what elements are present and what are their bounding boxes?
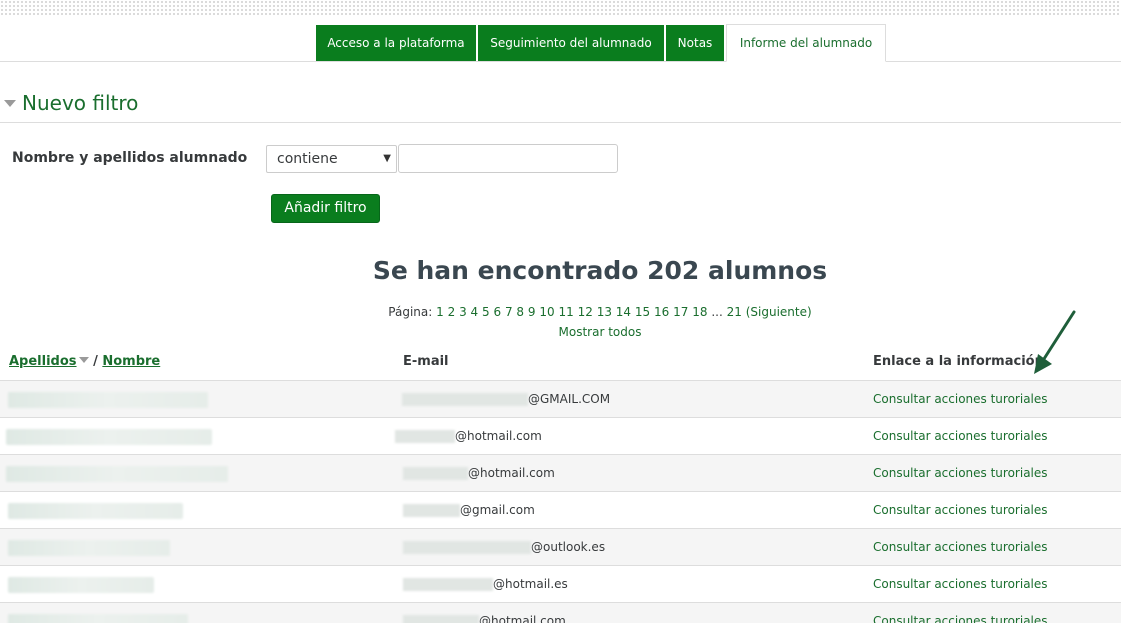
add-filter-button[interactable]: Añadir filtro: [271, 194, 380, 223]
page-link-5[interactable]: 5: [482, 305, 490, 319]
results-title: Se han encontrado 202 alumnos: [372, 256, 828, 285]
tab-acceso-plataforma[interactable]: Acceso a la plataforma: [316, 25, 476, 61]
email-cell: @outlook.es: [531, 540, 606, 554]
table-row: @gmail.com Consultar acciones turoriales: [0, 492, 1121, 529]
page-link-2[interactable]: 2: [448, 305, 456, 319]
dropdown-arrow-icon: ▼: [383, 153, 391, 164]
tab-notas[interactable]: Notas: [666, 25, 724, 61]
page-link-7[interactable]: 7: [505, 305, 513, 319]
page-link-1[interactable]: 1: [436, 305, 444, 319]
paging-prefix: Página:: [388, 305, 433, 319]
show-all-link[interactable]: Mostrar todos: [0, 325, 1121, 339]
filter-operator-value: contiene: [277, 151, 338, 167]
filter-title: Nuevo filtro: [22, 91, 139, 115]
page-links: 1 2 3 4 5 6 7 8 9 10 11 12 13 14 15 16 1…: [436, 305, 711, 319]
top-dotted-border: [0, 0, 1121, 16]
page-link-15[interactable]: 15: [635, 305, 650, 319]
table-row: @hotmail.com Consultar acciones turorial…: [0, 418, 1121, 455]
consult-actions-link[interactable]: Consultar acciones turoriales: [873, 540, 1048, 554]
tab-informe-alumnado[interactable]: Informe del alumnado: [726, 24, 886, 62]
email-cell: @hotmail.com: [479, 614, 566, 623]
filter-field-label: Nombre y apellidos alumnado: [12, 150, 248, 166]
email-cell: @GMAIL.COM: [528, 392, 611, 406]
filter-value-input[interactable]: [398, 144, 618, 173]
email-cell: @hotmail.com: [468, 466, 555, 480]
redacted-name: [8, 540, 170, 556]
redacted-name: [6, 466, 228, 482]
header-email: E-mail: [403, 354, 449, 369]
page-link-17[interactable]: 17: [673, 305, 688, 319]
pagination: Página: 1 2 3 4 5 6 7 8 9 10 11 12 13 14…: [0, 305, 1121, 319]
redacted-name: [8, 614, 188, 623]
redacted-name: [8, 392, 208, 408]
annotation-arrow-icon: [1034, 310, 1076, 374]
table-row: @hotmail.com Consultar acciones turorial…: [0, 603, 1121, 623]
consult-actions-link[interactable]: Consultar acciones turoriales: [873, 466, 1048, 480]
page-link-8[interactable]: 8: [516, 305, 524, 319]
table-row: @outlook.es Consultar acciones turoriale…: [0, 529, 1121, 566]
header-link: Enlace a la información: [873, 354, 1044, 369]
email-cell: @hotmail.es: [493, 577, 568, 591]
page-link-11[interactable]: 11: [558, 305, 573, 319]
redacted-email: [395, 430, 455, 443]
page-link-last[interactable]: 21: [727, 305, 742, 319]
redacted-email: [403, 541, 531, 554]
page-link-12[interactable]: 12: [578, 305, 593, 319]
table-row: @GMAIL.COM Consultar acciones turoriales: [0, 381, 1121, 418]
table-row: @hotmail.com Consultar acciones turorial…: [0, 455, 1121, 492]
email-cell: @gmail.com: [460, 503, 535, 517]
email-cell: @hotmail.com: [455, 429, 542, 443]
redacted-email: [403, 504, 460, 517]
sort-by-surname-link[interactable]: Apellidos: [9, 354, 77, 369]
page-link-14[interactable]: 14: [616, 305, 631, 319]
page-link-13[interactable]: 13: [597, 305, 612, 319]
table-row: @hotmail.es Consultar acciones turoriale…: [0, 566, 1121, 603]
sort-by-name-link[interactable]: Nombre: [102, 354, 160, 369]
consult-actions-link[interactable]: Consultar acciones turoriales: [873, 392, 1048, 406]
page-link-6[interactable]: 6: [493, 305, 501, 319]
consult-actions-link[interactable]: Consultar acciones turoriales: [873, 429, 1048, 443]
page-link-16[interactable]: 16: [654, 305, 669, 319]
tab-seguimiento-alumnado[interactable]: Seguimiento del alumnado: [478, 25, 664, 61]
filter-section-header[interactable]: Nuevo filtro: [0, 88, 138, 118]
redacted-email: [403, 467, 468, 480]
next-page-link[interactable]: (Siguiente): [746, 305, 812, 319]
tab-bar: Acceso a la plataforma Seguimiento del a…: [0, 24, 1121, 62]
header-surname-name: Apellidos / Nombre: [9, 354, 160, 369]
table-header: Apellidos / Nombre E-mail Enlace a la in…: [0, 343, 1121, 381]
page-link-10[interactable]: 10: [539, 305, 554, 319]
consult-actions-link[interactable]: Consultar acciones turoriales: [873, 503, 1048, 517]
page-link-18[interactable]: 18: [692, 305, 707, 319]
redacted-name: [6, 429, 212, 445]
redacted-name: [8, 577, 154, 593]
sort-down-icon: [78, 357, 89, 363]
page-link-4[interactable]: 4: [471, 305, 479, 319]
divider: [0, 122, 1121, 123]
consult-actions-link[interactable]: Consultar acciones turoriales: [873, 577, 1048, 591]
page-link-3[interactable]: 3: [459, 305, 467, 319]
redacted-name: [8, 503, 183, 519]
filter-operator-select[interactable]: contiene ▼: [266, 145, 397, 173]
page-link-9[interactable]: 9: [528, 305, 536, 319]
redacted-email: [403, 578, 493, 591]
header-separator: /: [93, 354, 98, 369]
collapse-caret-icon[interactable]: [4, 99, 16, 107]
redacted-email: [403, 615, 479, 623]
consult-actions-link[interactable]: Consultar acciones turoriales: [873, 614, 1048, 623]
paging-ellipsis: ...: [711, 305, 723, 319]
redacted-email: [402, 393, 528, 406]
